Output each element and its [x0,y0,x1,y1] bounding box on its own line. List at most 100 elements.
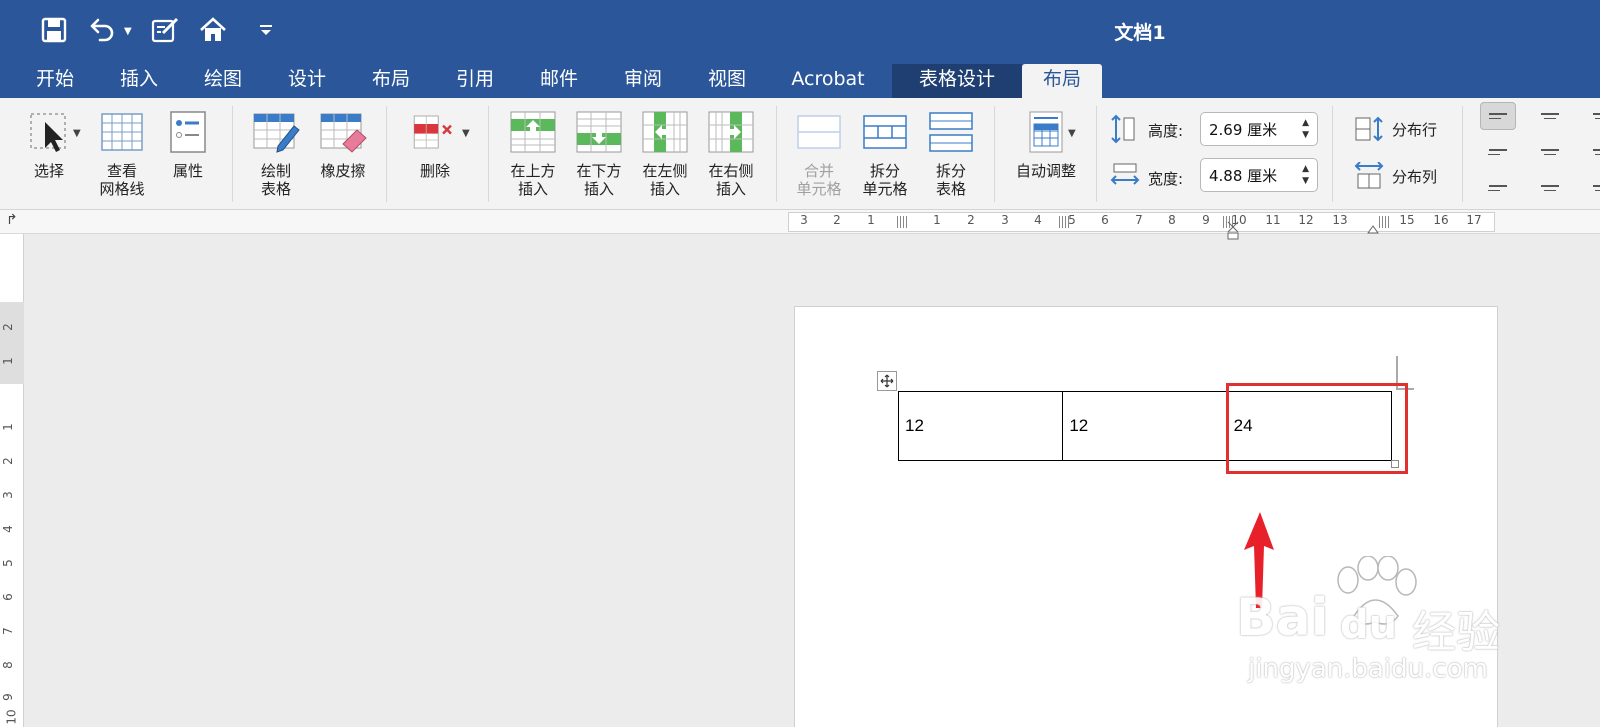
horizontal-ruler[interactable]: 3 2 1 1 2 3 4 5 6 7 8 9 10 11 12 13 15 1… [788,212,1495,240]
align-top-right-button[interactable] [1582,102,1600,130]
merge-cells-button[interactable]: 合并 单元格 [786,108,852,198]
tab-stop-icon[interactable]: ↱ [6,212,18,228]
tab-draw[interactable]: 绘图 [192,64,254,98]
distribute-rows-button[interactable]: 分布行 [1354,116,1437,142]
save-icon[interactable] [38,14,70,46]
height-stepper[interactable]: ▲▼ [1200,112,1318,146]
select-button[interactable]: 选择 [18,108,80,180]
undo-icon[interactable] [86,14,118,46]
insert-below-icon [575,108,623,156]
merge-cells-icon [795,108,843,156]
ribbon-separator [1332,106,1333,202]
autofit-button[interactable]: 自动调整 [1008,108,1084,180]
home-icon[interactable] [197,14,229,46]
select-dropdown-icon[interactable]: ▼ [73,128,81,139]
split-cells-icon [861,108,909,156]
column-width-icon [1110,162,1140,192]
tab-mailings[interactable]: 邮件 [528,64,590,98]
align-bottom-center-button[interactable] [1532,174,1568,202]
tab-home[interactable]: 开始 [24,64,86,98]
right-indent-icon[interactable] [1367,219,1379,238]
ribbon-separator [776,106,777,202]
align-bottom-left-button[interactable] [1480,174,1516,202]
watermark-cn: 经验 [1412,607,1500,658]
tab-design[interactable]: 设计 [276,64,338,98]
align-top-center-button[interactable] [1532,102,1568,130]
ribbon-separator [232,106,233,202]
width-input[interactable] [1209,160,1299,190]
select-cursor-icon [25,108,73,156]
ribbon-separator [1462,106,1463,202]
delete-table-icon [411,108,459,156]
tab-layout[interactable]: 布局 [360,64,422,98]
ribbon-separator [488,106,489,202]
ribbon-separator [1096,106,1097,202]
edit-icon[interactable] [150,14,182,46]
column-marker[interactable] [1379,216,1391,228]
tab-table-layout[interactable]: 布局 [1022,64,1102,98]
align-middle-center-button[interactable] [1532,138,1568,166]
ribbon-tab-bar: 开始 插入 绘图 设计 布局 引用 邮件 审阅 视图 Acrobat 表格设计 … [0,60,1600,98]
insert-left-button[interactable]: 在左侧 插入 [632,108,698,198]
split-table-icon [927,108,975,156]
distribute-cols-button[interactable]: 分布列 [1354,162,1437,190]
insert-above-icon [509,108,557,156]
insert-left-icon [641,108,689,156]
ribbon: 选择 ▼ 查看 网格线 属性 绘制 表格 橡皮擦 删除 ▼ 在上方 插入 在下方… [0,98,1600,210]
height-label: 高度: [1148,122,1184,140]
properties-button[interactable]: 属性 [162,108,214,180]
delete-dropdown-icon[interactable]: ▼ [462,128,470,139]
insert-right-button[interactable]: 在右侧 插入 [698,108,764,198]
eraser-button[interactable]: 橡皮擦 [312,108,374,180]
title-bar: ▼ 文档1 [0,0,1600,60]
indent-marker-icon[interactable] [1227,221,1239,241]
ribbon-separator [386,106,387,202]
vertical-ruler[interactable]: 2 1 1 2 3 4 5 6 7 8 9 10 [0,234,24,727]
split-table-button[interactable]: 拆分 表格 [918,108,984,198]
row-height-icon [1110,114,1136,148]
highlight-box [1226,383,1408,474]
autofit-dropdown-icon[interactable]: ▼ [1068,128,1076,139]
autofit-icon [1022,108,1070,156]
tab-insert[interactable]: 插入 [108,64,170,98]
align-top-left-button[interactable] [1480,102,1516,130]
customize-icon[interactable] [250,14,282,46]
watermark-brand-du: du [1340,602,1398,648]
insert-above-button[interactable]: 在上方 插入 [500,108,566,198]
align-middle-left-button[interactable] [1480,138,1516,166]
tab-view[interactable]: 视图 [696,64,758,98]
ribbon-separator [994,106,995,202]
tab-review[interactable]: 审阅 [612,64,674,98]
draw-table-icon [252,108,300,156]
tab-acrobat[interactable]: Acrobat [780,64,876,98]
distribute-cols-icon [1354,162,1384,189]
width-label: 宽度: [1148,170,1184,188]
height-input[interactable] [1209,114,1299,144]
align-middle-right-button[interactable] [1582,138,1600,166]
gridlines-icon [98,108,146,156]
distribute-rows-icon [1355,116,1383,142]
insert-below-button[interactable]: 在下方 插入 [566,108,632,198]
eraser-icon [319,108,367,156]
table-cell[interactable]: 12 [897,391,1064,461]
width-spin-arrows[interactable]: ▲ ▼ [1302,163,1309,187]
split-cells-button[interactable]: 拆分 单元格 [852,108,918,198]
tab-table-design[interactable]: 表格设计 [892,64,1022,98]
height-spin-arrows[interactable]: ▲ ▼ [1302,117,1309,141]
properties-icon [164,108,212,156]
tab-references[interactable]: 引用 [444,64,506,98]
align-bottom-right-button[interactable] [1582,174,1600,202]
view-gridlines-button[interactable]: 查看 网格线 [90,108,154,198]
insert-right-icon [707,108,755,156]
column-marker[interactable] [897,216,909,228]
draw-table-button[interactable]: 绘制 表格 [248,108,304,198]
table-move-handle-icon[interactable] [877,371,897,391]
undo-dropdown-icon[interactable]: ▼ [124,26,132,37]
watermark-url: jingyan.baidu.com [1248,654,1488,684]
width-stepper[interactable]: ▲▼ [1200,158,1318,192]
watermark-brand: Bai [1236,588,1329,648]
table-cell[interactable]: 12 [1062,391,1228,461]
document-title: 文档1 [1114,22,1166,44]
delete-button[interactable]: 删除 [402,108,468,180]
column-marker[interactable] [1059,216,1071,228]
